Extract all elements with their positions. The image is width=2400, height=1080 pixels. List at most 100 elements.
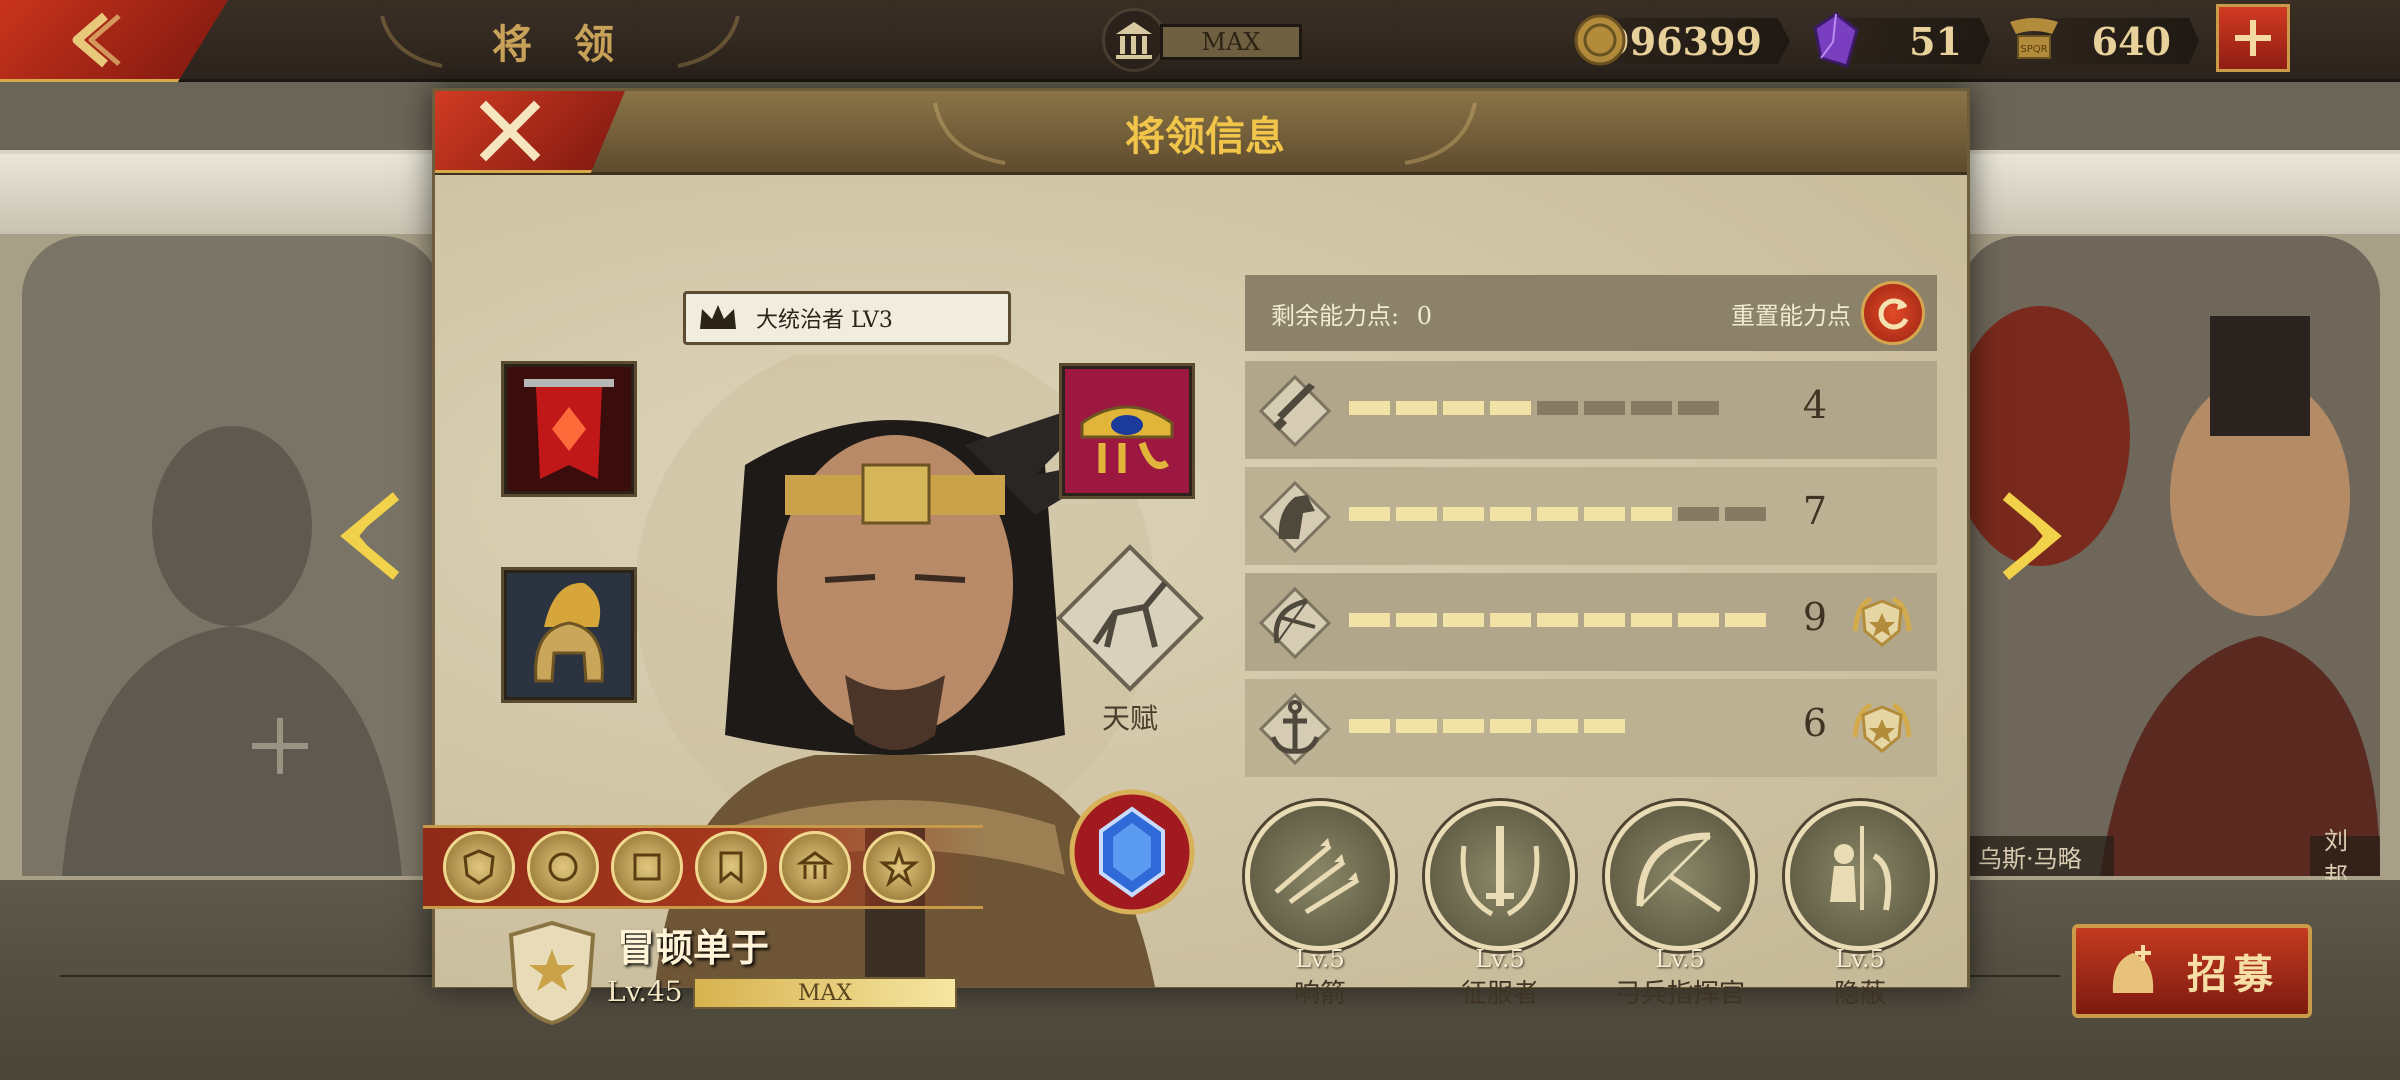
anchor-icon — [1259, 693, 1331, 765]
stat-row[interactable]: 6 — [1245, 679, 1937, 777]
stat-segment — [1678, 613, 1719, 627]
dialog-body: 大统治者 LV3 天赋 冒顿单于 Lv.45 MAX 剩余能力点: 0 重置能力… — [423, 175, 1967, 1026]
dialog-title-text: 将领信息 — [1125, 113, 1285, 160]
laurel-left-icon — [380, 15, 443, 68]
stat-segment — [1537, 507, 1578, 521]
stat-segment — [1725, 507, 1766, 521]
crown-icon — [700, 305, 736, 329]
tactic-slot[interactable] — [863, 831, 935, 903]
skill-item[interactable]: Lv.5 隐蔽 — [1785, 801, 1935, 1010]
skill-item[interactable]: Lv.5 征服者 — [1425, 801, 1575, 1010]
talent-cavalry-icon[interactable] — [1055, 543, 1205, 693]
sword-icon — [1259, 375, 1331, 447]
stat-segment — [1396, 719, 1437, 733]
laurel-left-icon — [933, 102, 1006, 165]
skill-disc[interactable] — [1245, 801, 1395, 951]
laurel-right-icon — [1404, 102, 1477, 165]
right-card-name: 刘邦 — [2310, 827, 2380, 890]
stat-segment — [1584, 401, 1625, 415]
stat-value: 9 — [1802, 595, 1828, 639]
skill-level: Lv.5 — [1475, 945, 1525, 973]
stat-segment — [1443, 719, 1484, 733]
close-icon — [479, 100, 541, 161]
stat-segment — [1443, 613, 1484, 627]
recruit-button[interactable]: 招募 — [2072, 924, 2312, 1018]
bow-icon — [1636, 832, 1722, 913]
stat-segment — [1678, 401, 1719, 415]
hidden-soldier-icon — [1830, 826, 1892, 911]
talent-label: 天赋 — [1101, 702, 1158, 735]
tactics-strip — [423, 825, 983, 909]
skill-level: Lv.5 — [1835, 945, 1885, 973]
general-level: Lv.45 — [607, 975, 683, 1008]
add-general-icon — [252, 718, 308, 774]
stat-segment — [1443, 401, 1484, 415]
stat-progress-bar — [1349, 401, 1719, 415]
skill-item[interactable]: Lv.5 响箭 — [1245, 801, 1395, 1010]
remaining-points-label: 剩余能力点: — [1271, 301, 1400, 330]
gate-rune-icon — [633, 853, 661, 881]
experience-bar: MAX — [693, 977, 957, 1009]
purple-gem-icon — [1808, 12, 1864, 68]
stat-segment — [1584, 507, 1625, 521]
temple-rune-icon — [796, 851, 834, 879]
stat-segment — [1349, 401, 1390, 415]
tactic-slot[interactable] — [443, 831, 515, 903]
skill-name: 征服者 — [1460, 979, 1539, 1009]
skill-level: Lv.5 — [1295, 945, 1345, 973]
helmet-equipment-slot[interactable] — [501, 567, 637, 703]
remaining-points: 剩余能力点: 0 — [1271, 296, 1432, 331]
refresh-icon — [1878, 298, 1909, 330]
stat-progress-bar — [1349, 507, 1766, 521]
skill-disc[interactable] — [1605, 801, 1755, 951]
tactic-slot[interactable] — [779, 831, 851, 903]
stat-row[interactable]: 4 — [1245, 361, 1937, 459]
stat-segment — [1396, 507, 1437, 521]
close-button[interactable] — [435, 91, 625, 173]
star-rune-icon — [879, 847, 919, 887]
bank-icon[interactable] — [1102, 8, 1166, 72]
stat-row[interactable]: 7 — [1245, 467, 1937, 565]
rank-title-badge[interactable]: 大统治者 LV3 — [683, 291, 1011, 345]
recruit-label: 招募 — [2187, 951, 2279, 998]
stat-segment — [1396, 613, 1437, 627]
stat-segment — [1537, 719, 1578, 733]
stat-row[interactable]: 9 — [1245, 573, 1937, 671]
dialog-header: 将领信息 — [435, 91, 1967, 175]
svg-text:SPQR: SPQR — [2020, 44, 2047, 55]
gold-coin-icon — [1572, 12, 1628, 68]
spqr-eagle-icon: SPQR — [2006, 12, 2062, 68]
stat-segment — [1490, 507, 1531, 521]
skill-disc[interactable] — [1785, 801, 1935, 951]
reset-points-button[interactable] — [1861, 281, 1925, 345]
dialog-title: 将领信息 — [835, 91, 1575, 175]
stat-segment — [1631, 507, 1672, 521]
stat-segment — [1725, 613, 1766, 627]
tactic-slot[interactable] — [695, 831, 767, 903]
stat-segment — [1396, 401, 1437, 415]
back-button[interactable] — [0, 0, 228, 82]
helmet-plus-icon — [2112, 945, 2154, 993]
add-currency-button[interactable] — [2216, 4, 2290, 72]
banner-equipment-slot[interactable] — [501, 361, 637, 497]
stat-segment — [1443, 507, 1484, 521]
sapphire-gem-icon[interactable] — [1067, 787, 1197, 917]
stat-segment — [1349, 507, 1390, 521]
back-arrow-icon — [72, 12, 121, 67]
next-general-arrow-icon[interactable] — [2000, 488, 2066, 584]
eye-of-horus-icon — [1080, 405, 1174, 473]
skill-disc[interactable] — [1425, 801, 1575, 951]
ability-points-header: 剩余能力点: 0 重置能力点 — [1245, 275, 1937, 351]
plus-icon — [2235, 20, 2271, 56]
laurel-right-icon — [677, 15, 740, 68]
artifact-equipment-slot[interactable] — [1059, 363, 1195, 499]
skill-item[interactable]: Lv.5 弓兵指挥官 — [1605, 801, 1755, 1010]
tactic-slot[interactable] — [527, 831, 599, 903]
rank-title-text: 大统治者 LV3 — [756, 308, 893, 333]
general-info-dialog: 将领信息 大统治者 LV3 天赋 冒顿单于 Lv.45 MAX 剩余能力点: 0… — [423, 88, 1970, 1026]
tactic-slot[interactable] — [611, 831, 683, 903]
bow-icon — [1259, 587, 1331, 659]
stat-progress-bar — [1349, 719, 1625, 733]
stat-value: 4 — [1802, 383, 1828, 427]
previous-general-arrow-icon[interactable] — [336, 488, 402, 584]
